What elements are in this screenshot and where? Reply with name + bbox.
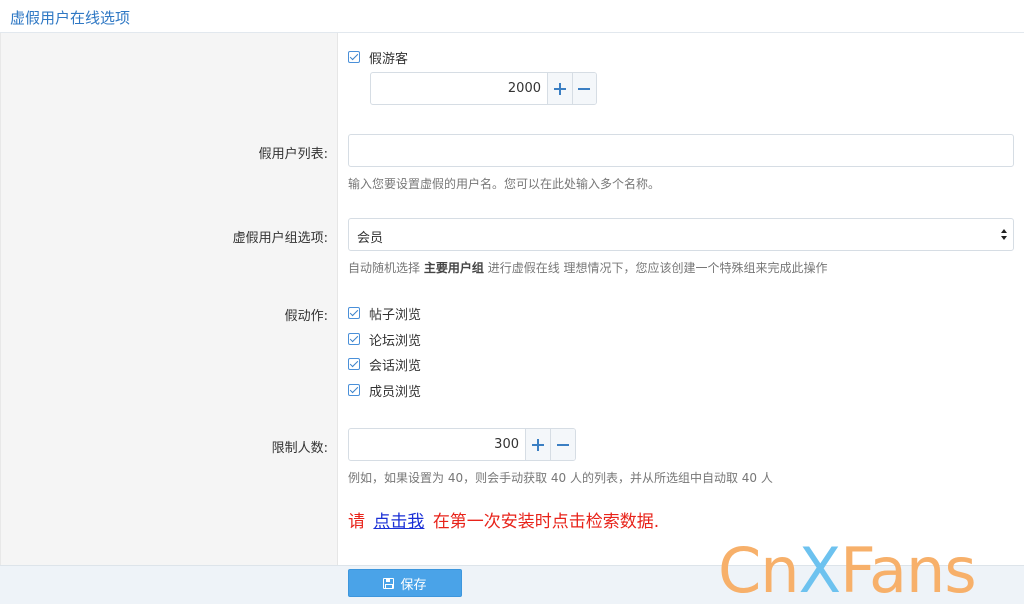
plus-icon bbox=[553, 82, 566, 95]
limit-help: 例如，如果设置为 40，则会手动获取 40 人的列表，并从所选组中自动取 40 … bbox=[348, 471, 773, 485]
limit-increment-button[interactable] bbox=[525, 429, 550, 460]
floppy-icon bbox=[383, 577, 395, 589]
watermark-part-2: X bbox=[798, 534, 841, 604]
fake-guest-checkbox[interactable] bbox=[348, 51, 360, 63]
fake-action-item[interactable]: 帖子浏览 bbox=[348, 304, 422, 323]
fake-action-label: 成员浏览 bbox=[369, 384, 422, 400]
notice-suffix: 在第一次安装时点击检索数据. bbox=[432, 512, 660, 532]
fake-guest-label: 假游客 bbox=[369, 51, 409, 67]
fake-action-checkbox[interactable] bbox=[348, 333, 360, 345]
select-arrows-icon bbox=[1001, 229, 1007, 241]
fake-user-group-help: 自动随机选择 主要用户组 进行虚假在线 理想情况下，您应该创建一个特殊组来完成此… bbox=[348, 259, 828, 276]
watermark-part-3: Fans bbox=[840, 534, 977, 604]
plus-icon bbox=[532, 438, 544, 451]
fake-guest-checkbox-row[interactable]: 假游客 bbox=[348, 48, 409, 67]
notice-prefix: 请 bbox=[348, 512, 365, 532]
limit-count-input[interactable] bbox=[349, 429, 525, 460]
limit-stepper bbox=[348, 428, 576, 461]
help-prefix: 自动随机选择 bbox=[348, 261, 421, 275]
limit-label: 限制人数: bbox=[271, 441, 328, 456]
fake-user-list-input[interactable] bbox=[348, 134, 1014, 167]
fake-user-group-select[interactable]: 会员 bbox=[348, 218, 1014, 251]
fake-action-item[interactable]: 会话浏览 bbox=[348, 355, 422, 374]
fake-user-group-label: 虚假用户组选项: bbox=[232, 231, 328, 246]
minus-icon bbox=[578, 83, 591, 95]
fake-user-group-selected: 会员 bbox=[357, 231, 384, 246]
fake-action-label: 会话浏览 bbox=[369, 358, 422, 374]
section-header: 虚假用户在线选项 bbox=[0, 0, 1024, 33]
fake-action-item[interactable]: 论坛浏览 bbox=[348, 330, 422, 349]
help-bold: 主要用户组 bbox=[423, 261, 484, 275]
fake-action-checkbox[interactable] bbox=[348, 307, 360, 319]
click-me-link[interactable]: 点击我 bbox=[373, 512, 424, 532]
fake-guest-stepper bbox=[370, 72, 597, 105]
fake-action-checkbox[interactable] bbox=[348, 384, 360, 396]
help-suffix: 进行虚假在线 理想情况下，您应该创建一个特殊组来完成此操作 bbox=[487, 261, 828, 275]
fake-action-item[interactable]: 成员浏览 bbox=[348, 381, 422, 400]
cnxfans-watermark: Cn X Fans bbox=[718, 532, 977, 604]
limit-decrement-button[interactable] bbox=[550, 429, 575, 460]
fake-action-label: 论坛浏览 bbox=[369, 333, 422, 349]
page-title: 虚假用户在线选项 bbox=[10, 9, 131, 27]
fake-actions-label: 假动作: bbox=[284, 309, 328, 324]
fake-guest-count-input[interactable] bbox=[371, 73, 547, 104]
save-button[interactable]: 保存 bbox=[348, 569, 462, 597]
fake-guest-increment-button[interactable] bbox=[547, 73, 572, 104]
label-column bbox=[0, 33, 338, 565]
watermark-part-1: Cn bbox=[718, 534, 800, 604]
minus-icon bbox=[557, 439, 569, 451]
fake-user-list-label: 假用户列表: bbox=[258, 147, 328, 162]
fake-action-checkbox[interactable] bbox=[348, 358, 360, 370]
save-button-label: 保存 bbox=[400, 577, 427, 593]
fake-user-list-help: 输入您要设置虚假的用户名。您可以在此处输入多个名称。 bbox=[348, 177, 661, 191]
fake-action-label: 帖子浏览 bbox=[369, 307, 422, 323]
fake-guest-decrement-button[interactable] bbox=[571, 73, 596, 104]
install-notice: 请 点击我 在第一次安装时点击检索数据. bbox=[348, 507, 659, 532]
